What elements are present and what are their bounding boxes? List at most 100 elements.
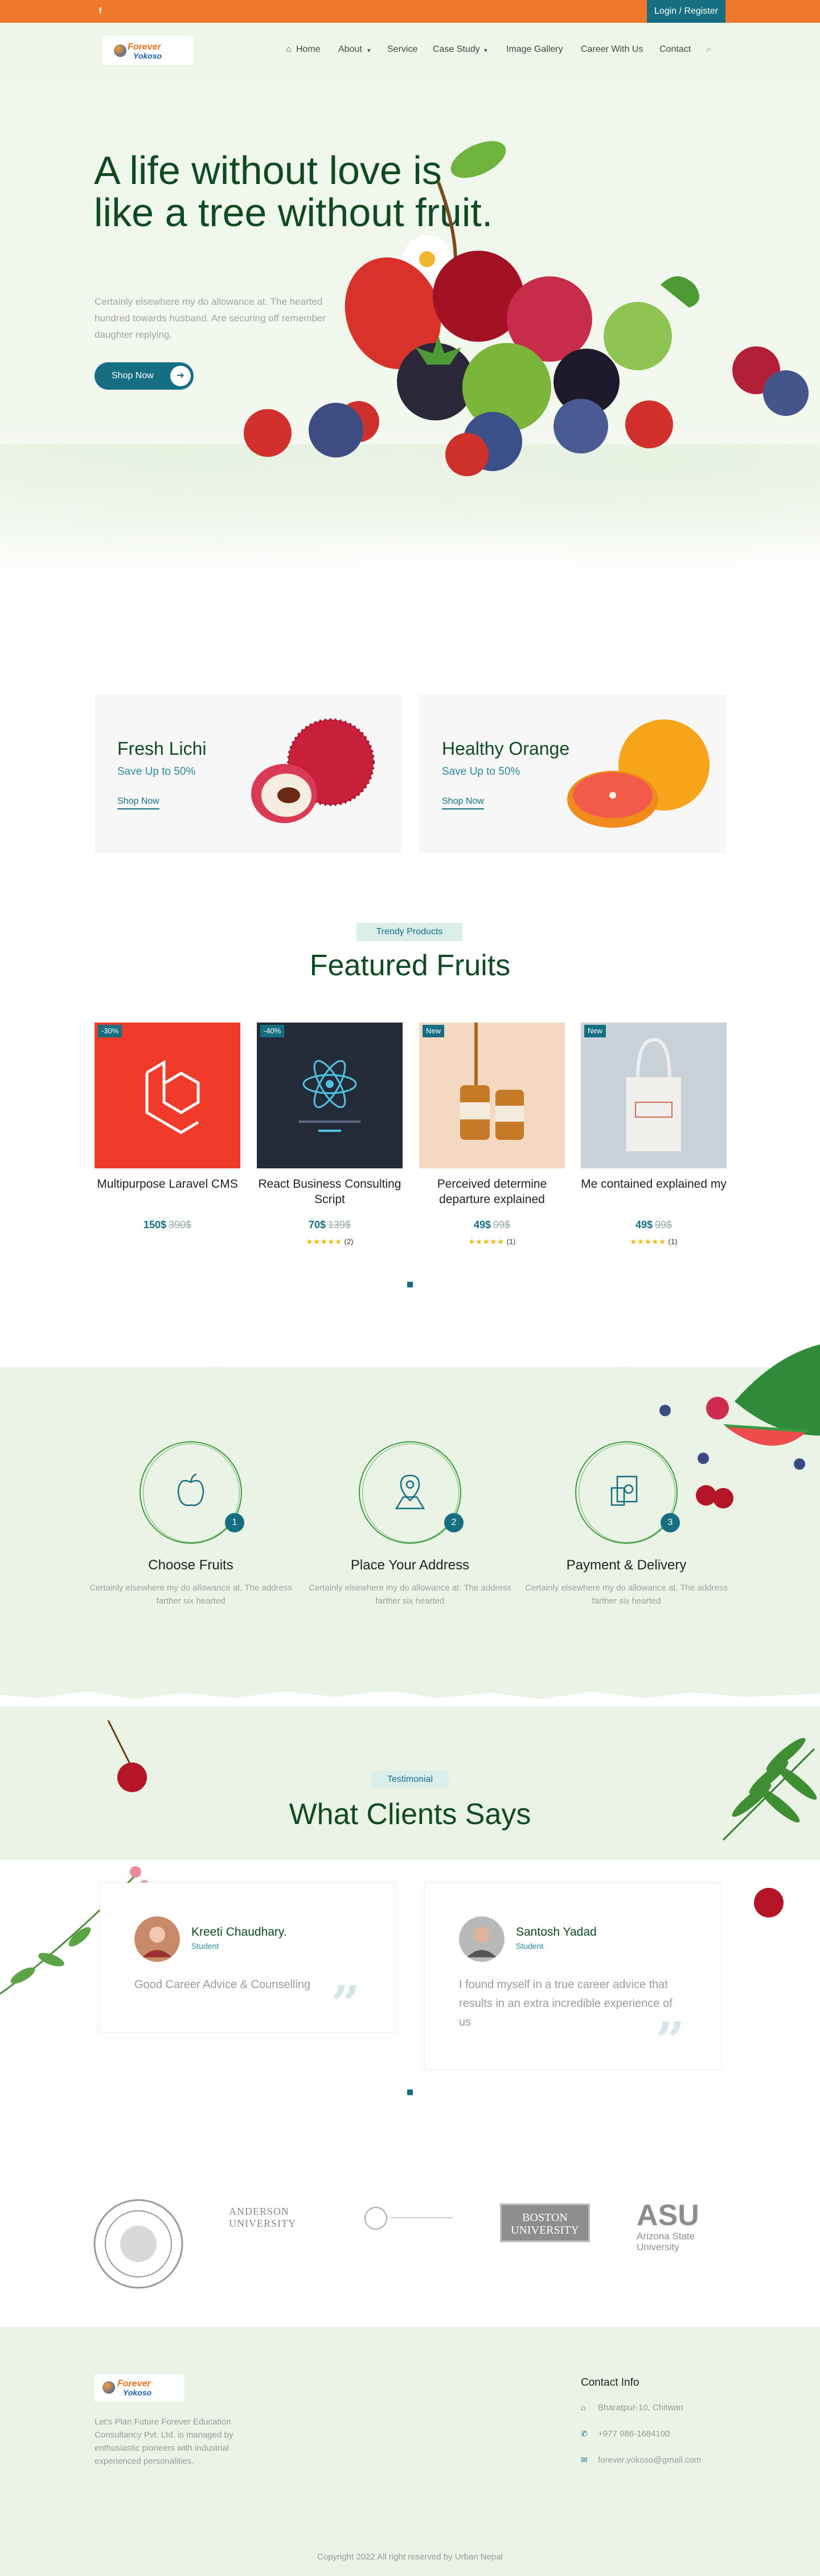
- new-badge: New: [423, 1025, 445, 1037]
- client-quote: I found myself in a true career advice t…: [459, 1978, 673, 2029]
- client-quote: Good Career Advice & Counselling: [134, 1978, 311, 1991]
- canvas-bag-product-image: [581, 1023, 727, 1168]
- anderson-logo: ANDERSON UNIVERSITY: [229, 2206, 315, 2229]
- university-seal-logo: [364, 2207, 456, 2230]
- facebook-icon[interactable]: f: [96, 7, 105, 16]
- promo-subtitle: Save Up to 50%: [442, 766, 520, 778]
- brand-logo-text: ASU: [637, 2199, 699, 2232]
- product-rating: ★★★★★ (1): [630, 1237, 678, 1246]
- cherry-decoration-image: [107, 1720, 147, 1792]
- testimonial-tag: Testimonial: [371, 1771, 449, 1789]
- avatar: [459, 1916, 505, 1962]
- footer-logo[interactable]: Forever Yokoso: [95, 2374, 184, 2402]
- carousel-pagination-dot[interactable]: [407, 2090, 413, 2095]
- star-rating-icon: ★★★★★: [630, 1237, 666, 1246]
- avatar: [134, 1916, 180, 1962]
- arizona-state-logo: ASU Arizona State University: [637, 2200, 727, 2252]
- featured-fruits-title: Featured Fruits: [309, 949, 511, 982]
- nav-career[interactable]: Career With Us: [581, 44, 643, 55]
- logo-mark-icon: [114, 44, 126, 57]
- nav-image-gallery[interactable]: Image Gallery: [506, 44, 563, 55]
- discount-badge: -30%: [98, 1025, 122, 1037]
- step-text: Certainly elsewhere my do allowance at. …: [525, 1583, 728, 1606]
- brand-logo-text: BOSTON UNIVERSITY: [511, 2211, 579, 2236]
- step-number: 3: [661, 1513, 680, 1532]
- star-rating-icon: ★★★★★: [468, 1237, 505, 1246]
- product-name[interactable]: Me contained explained my: [581, 1176, 727, 1192]
- product-name[interactable]: Perceived determine departure explained: [419, 1176, 565, 1207]
- hero-shop-now-button[interactable]: Shop Now ➜: [95, 362, 194, 390]
- quote-mark-icon: ”: [655, 2011, 685, 2071]
- contact-phone[interactable]: +977 986-1684100: [598, 2429, 670, 2439]
- login-register-button[interactable]: Login / Register: [647, 0, 725, 23]
- product-price: 49$ 99$: [635, 1219, 673, 1230]
- testimonial-card: Kreeti Chaudhary. Student Good Career Ad…: [100, 1883, 396, 2033]
- contact-info-title: Contact Info: [581, 2377, 639, 2389]
- orange-image: [567, 719, 710, 828]
- nav-service[interactable]: Service: [387, 44, 417, 55]
- product-name[interactable]: Multipurpose Laravel CMS: [95, 1176, 240, 1192]
- client-role: Student: [191, 1941, 219, 1951]
- nav-about[interactable]: About: [338, 44, 362, 55]
- testimonial-card: Santosh Yadad Student I found myself in …: [424, 1883, 720, 2070]
- contact-email[interactable]: forever.yokoso@gmail.com: [598, 2455, 701, 2465]
- step-text: Certainly elsewhere my do allowance at. …: [89, 1583, 292, 1606]
- product-rating: ★★★★★ (2): [306, 1237, 354, 1246]
- promo-shop-now-link[interactable]: Shop Now: [442, 796, 484, 809]
- client-role: Student: [516, 1941, 544, 1951]
- copyright-text: Copyright 2022 All right reserved by Urb…: [317, 2552, 503, 2562]
- promo-title: Fresh Lichi: [117, 738, 207, 759]
- phone-icon: ✆: [581, 2429, 588, 2438]
- about-chevron-down-icon: ▾: [367, 47, 371, 54]
- product-name[interactable]: React Business Consulting Script: [257, 1176, 403, 1207]
- product-price: 70$ 139$: [308, 1219, 351, 1230]
- logo-mark-icon: [102, 2381, 115, 2394]
- promo-shop-now-link[interactable]: Shop Now: [117, 796, 159, 809]
- promo-subtitle: Save Up to 50%: [117, 766, 196, 778]
- carousel-pagination-dot[interactable]: [407, 1282, 413, 1287]
- boston-university-logo: BOSTON UNIVERSITY: [500, 2203, 590, 2242]
- case-study-chevron-down-icon: ▾: [484, 47, 487, 54]
- apple-icon: [177, 1473, 204, 1506]
- step-title: Choose Fruits: [148, 1557, 233, 1573]
- contact-address: Bharatpur-10, Chitwan: [598, 2403, 684, 2413]
- laravel-product-image: [95, 1023, 240, 1168]
- product-price: 49$ 99$: [473, 1219, 511, 1230]
- product-rating: ★★★★★ (1): [468, 1237, 516, 1246]
- site-logo[interactable]: Forever Yokoso: [102, 36, 194, 65]
- arrow-right-icon: ➜: [170, 366, 191, 386]
- promo-card-lichi: Fresh Lichi Save Up to 50% Shop Now: [95, 695, 402, 853]
- step-number: 2: [444, 1513, 464, 1532]
- honey-jar-product-image: [419, 1023, 565, 1168]
- product-price: 150$ 390$: [143, 1219, 192, 1230]
- lichi-image: [251, 718, 375, 823]
- client-name: Santosh Yadad: [516, 1925, 597, 1939]
- brand-logo-text: Arizona State University: [637, 2231, 695, 2252]
- client-name: Kreeti Chaudhary.: [191, 1925, 287, 1939]
- home-icon: ⌂: [286, 44, 292, 54]
- trendy-products-tag: Trendy Products: [356, 923, 462, 941]
- step-text: Certainly elsewhere my do allowance at. …: [309, 1583, 511, 1606]
- react-product-image: [257, 1023, 403, 1168]
- torn-paper-edge: [0, 1683, 820, 1699]
- new-badge: New: [584, 1025, 606, 1037]
- promo-card-orange: Healthy Orange Save Up to 50% Shop Now: [419, 695, 727, 853]
- step-title: Place Your Address: [350, 1557, 470, 1573]
- logo-text-secondary: Yokoso: [123, 2388, 152, 2397]
- star-rating-icon: ★★★★★: [306, 1237, 342, 1246]
- search-icon[interactable]: ⌕: [706, 44, 711, 55]
- brand-logo-text: ANDERSON UNIVERSITY: [229, 2206, 296, 2229]
- home-icon: ⌂: [581, 2403, 586, 2412]
- arkansas-state-logo: [93, 2199, 183, 2289]
- step-number: 1: [225, 1513, 244, 1532]
- payment-icon: [610, 1475, 638, 1506]
- hero-shop-now-label: Shop Now: [112, 371, 154, 381]
- map-pin-icon: [395, 1474, 425, 1510]
- nav-home[interactable]: Home: [296, 44, 321, 55]
- discount-badge: -40%: [260, 1025, 285, 1037]
- nav-contact[interactable]: Contact: [659, 44, 691, 55]
- step-title: Payment & Delivery: [566, 1557, 687, 1573]
- promo-title: Healthy Orange: [442, 738, 570, 759]
- footer-about: Let's Plan Future Forever Education Cons…: [95, 2417, 233, 2466]
- nav-case-study[interactable]: Case Study: [433, 44, 480, 55]
